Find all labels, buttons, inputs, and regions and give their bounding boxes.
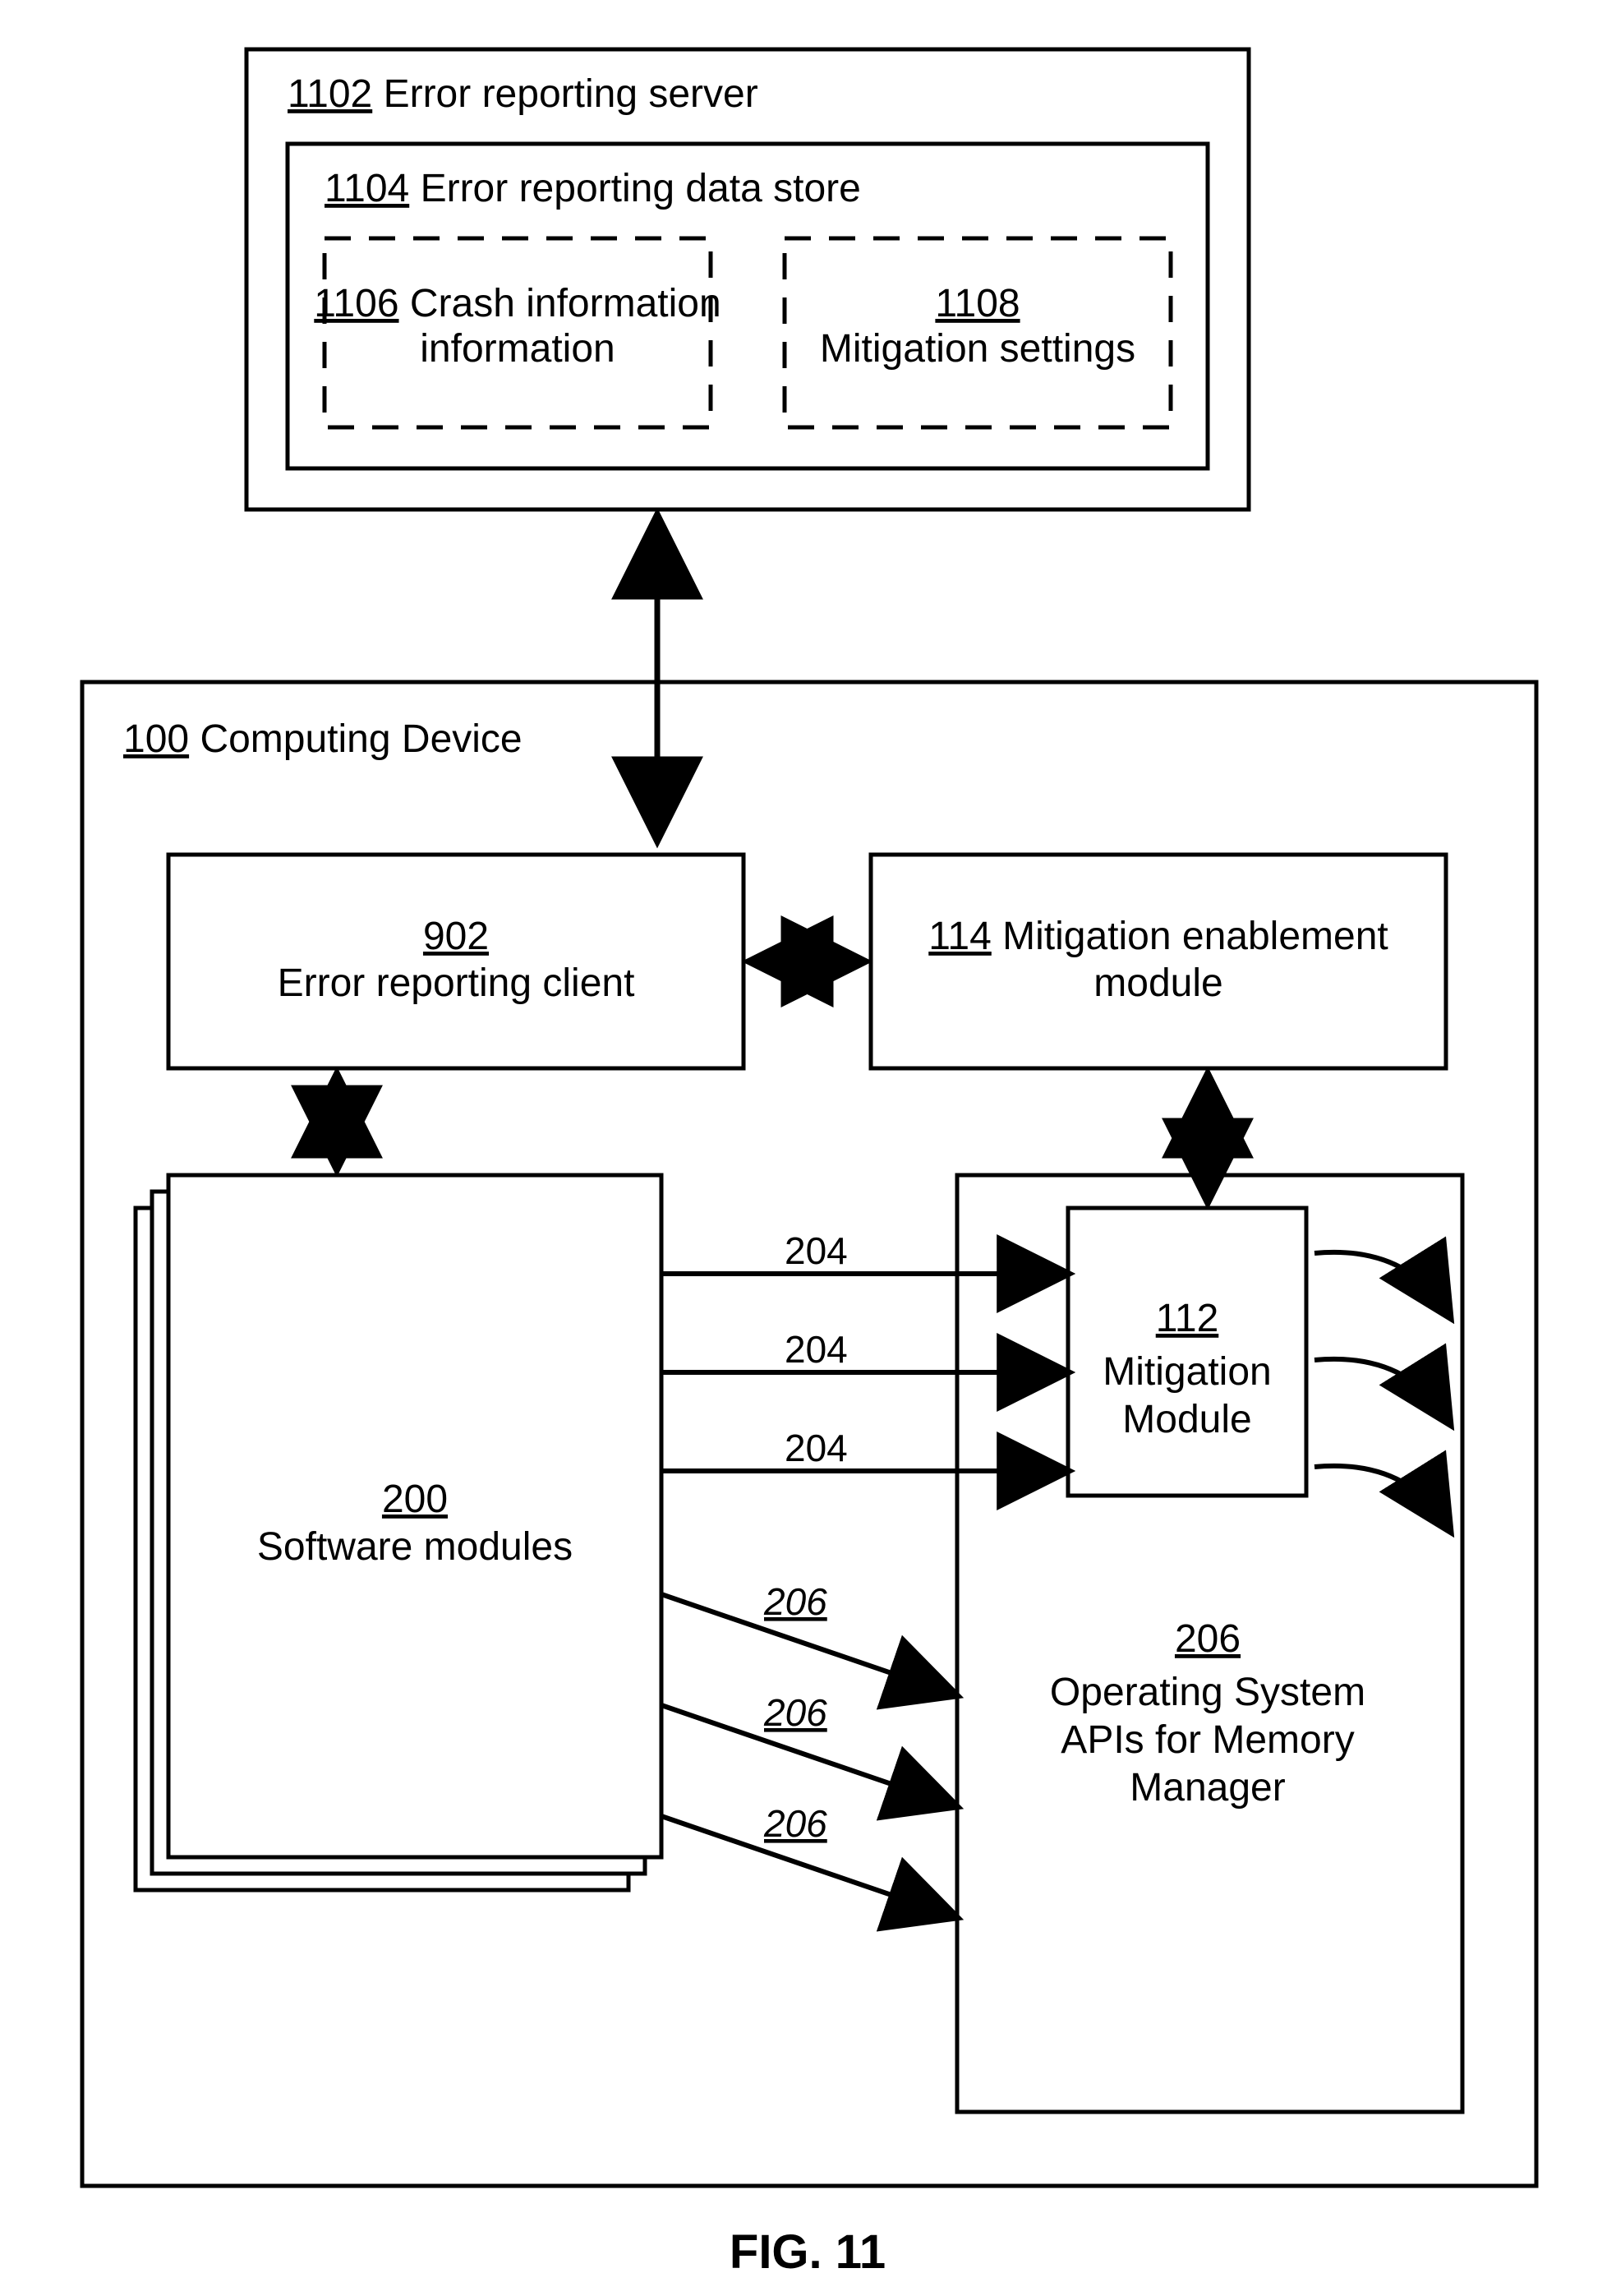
arrow-label-206-2: 206 [763,1691,827,1734]
ref-200: 200 [382,1478,448,1521]
label-os-apis-3: Manager [1130,1766,1285,1810]
label-error-reporting-datastore: Error reporting data store [421,167,861,210]
box-computing-device: 100 Computing Device 902 Error reporting… [82,682,1536,2186]
svg-text:1104 Error reporting data stor: 1104 Error reporting data store [325,167,861,210]
svg-text:1106 Crash information: 1106 Crash information [314,282,721,325]
ref-112: 112 [1156,1297,1219,1340]
ref-206: 206 [1175,1617,1241,1661]
arrow-label-206-1: 206 [763,1580,827,1623]
box-error-reporting-server: 1102 Error reporting server 1104 Error r… [246,49,1249,509]
arrow-label-204-1: 204 [785,1229,848,1272]
ref-100: 100 [123,717,189,761]
arrows-mitmodule-out [1314,1252,1446,1524]
ref-1108: 1108 [935,282,1020,325]
label-computing-device: Computing Device [200,717,522,761]
label-mitigation-enablement-1: Mitigation enablement [1002,915,1388,958]
box-software-modules-stack: 200 Software modules [136,1175,661,1890]
arrows-206: 206 206 206 [661,1580,949,1915]
box-error-reporting-client: 902 Error reporting client [168,855,744,1068]
label-crash-information: Crash information [410,282,721,325]
box-mitigation-enablement: 114 Mitigation enablement module [871,855,1446,1068]
label-error-reporting-server: Error reporting server [384,72,758,116]
label-crash-information-2: information [420,327,615,371]
svg-text:100 Computing Device: 100 Computing Device [123,717,523,761]
ref-1104: 1104 [325,167,409,210]
label-mitigation-module-2: Module [1122,1398,1251,1441]
label-os-apis-1: Operating System [1050,1671,1365,1714]
label-mitigation-enablement-2: module [1093,961,1222,1005]
label-os-apis-2: APIs for Memory [1061,1718,1354,1762]
arrow-label-204-3: 204 [785,1427,848,1469]
label-mitigation-module-1: Mitigation [1103,1350,1271,1394]
arrows-204: 204 204 204 [661,1229,1060,1471]
ref-1102: 1102 [288,72,372,116]
svg-text:1102 Error reporting server: 1102 Error reporting server [288,72,758,116]
architecture-diagram: 1102 Error reporting server 1104 Error r… [0,0,1616,2296]
figure-caption: FIG. 11 [730,2225,886,2279]
box-crash-information: 1106 Crash information information [314,238,721,427]
label-software-modules: Software modules [257,1525,573,1569]
ref-114: 114 [928,915,992,958]
label-mitigation-settings: Mitigation settings [820,327,1135,371]
box-error-reporting-datastore: 1104 Error reporting data store 1106 Cra… [288,144,1208,468]
box-mitigation-module: 112 Mitigation Module [1068,1208,1306,1496]
ref-902: 902 [423,915,489,958]
arrow-label-204-2: 204 [785,1328,848,1371]
svg-text:114 Mitigation enablement: 114 Mitigation enablement [928,915,1388,958]
label-error-reporting-client: Error reporting client [278,961,635,1005]
ref-1106: 1106 [314,282,398,325]
box-mitigation-settings: 1108 Mitigation settings [785,238,1171,427]
arrow-label-206-3: 206 [763,1802,827,1845]
